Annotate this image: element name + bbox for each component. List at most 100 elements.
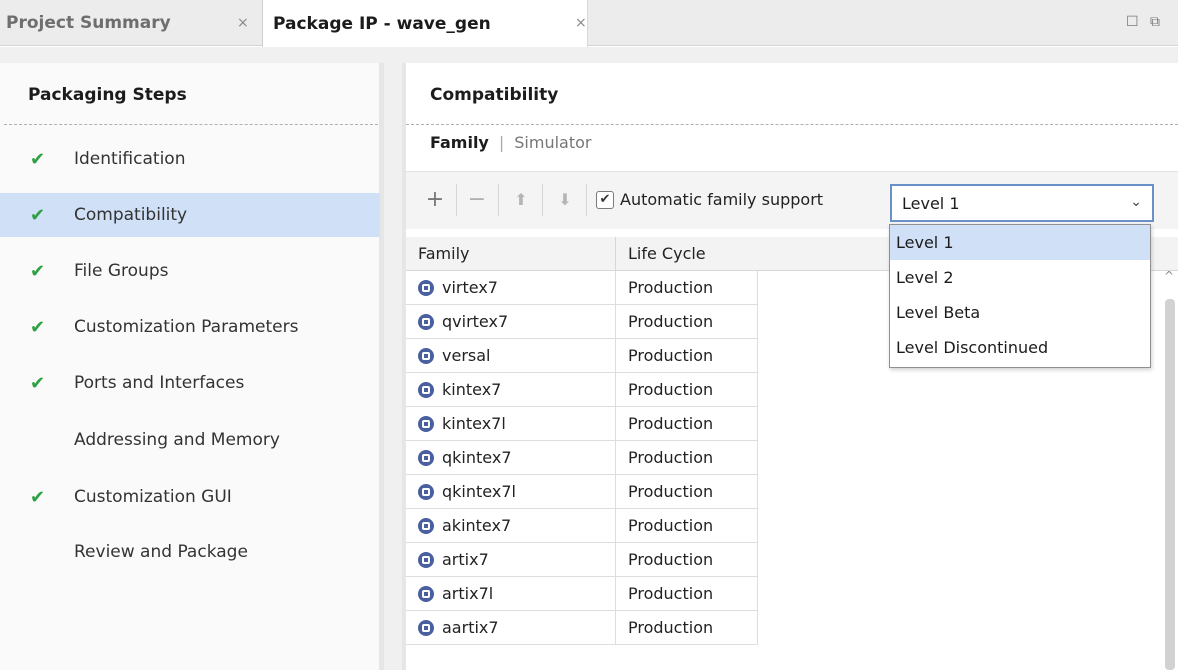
step-ports-and-interfaces[interactable]: ✔ Ports and Interfaces [0,361,380,405]
divider [4,124,378,125]
table-row[interactable]: akintex7 Production [406,509,1178,543]
life-cycle-cell: Production [616,475,758,509]
maximize-icon[interactable]: ☐ [1126,14,1139,30]
check-icon: ✔ [30,372,46,394]
life-cycle-cell: Production [616,339,758,373]
auto-support-checkbox[interactable]: ✔ [596,190,614,209]
check-icon: ✔ [30,486,46,508]
check-icon: ✔ [30,260,46,282]
chip-icon [418,279,434,296]
step-file-groups[interactable]: ✔ File Groups [0,249,380,293]
chevron-down-icon: ⌄ [1130,194,1142,210]
chip-icon [418,483,434,500]
step-addressing-and-memory[interactable]: Addressing and Memory [0,418,380,462]
family-cell: kintex7l [406,407,616,441]
family-cell: artix7 [406,543,616,577]
family-name: qkintex7l [442,482,516,501]
step-label: Review and Package [74,542,248,562]
support-level-select[interactable]: Level 1 ⌄ [890,184,1154,222]
life-cycle-cell: Production [616,611,758,645]
table-row[interactable]: qkintex7l Production [406,475,1178,509]
family-name: virtex7 [442,278,498,297]
step-customization-gui[interactable]: ✔ Customization GUI [0,475,380,519]
move-up-button[interactable]: ⬆ [506,184,536,214]
panel-gap [0,47,1178,63]
table-row[interactable]: artix7 Production [406,543,1178,577]
life-cycle-cell: Production [616,543,758,577]
family-name: artix7 [442,550,489,569]
step-label: Identification [74,149,186,169]
step-review-and-package[interactable]: Review and Package [0,530,380,574]
family-cell: akintex7 [406,509,616,543]
table-scrollbar[interactable]: ^ [1162,269,1178,670]
chip-icon [418,415,434,432]
select-value: Level 1 [902,193,960,213]
scroll-up-icon[interactable]: ^ [1164,269,1174,283]
auto-family-support[interactable]: ✔ Automatic family support [596,190,823,209]
subtab-bar: Family | Simulator [430,133,591,152]
table-row[interactable]: kintex7 Production [406,373,1178,407]
subtab-simulator[interactable]: Simulator [514,133,591,152]
table-row[interactable]: qkintex7 Production [406,441,1178,475]
family-name: akintex7 [442,516,512,535]
divider [406,124,1178,125]
chip-icon [418,313,434,330]
tab-project-summary[interactable]: Project Summary × [0,0,262,46]
check-icon: ✔ [30,316,46,338]
option-level-1[interactable]: Level 1 [890,225,1150,260]
remove-button[interactable]: − [462,184,492,214]
chip-icon [418,449,434,466]
toolbar-separator [586,184,587,216]
step-compatibility[interactable]: ✔ Compatibility [0,193,380,237]
step-label: Addressing and Memory [74,430,280,450]
life-cycle-cell: Production [616,577,758,611]
column-header-family[interactable]: Family [406,237,616,271]
add-button[interactable]: + [420,184,450,214]
auto-support-label: Automatic family support [620,190,824,209]
panel-title: Compatibility [430,85,559,105]
chip-icon [418,347,434,364]
chip-icon [418,585,434,602]
life-cycle-cell: Production [616,509,758,543]
close-icon[interactable]: × [237,15,249,31]
family-cell: artix7l [406,577,616,611]
table-row[interactable]: kintex7l Production [406,407,1178,441]
step-label: Ports and Interfaces [74,373,245,393]
subtab-family[interactable]: Family [430,133,489,152]
toolbar-separator [498,184,499,216]
table-row[interactable]: artix7l Production [406,577,1178,611]
family-name: qvirtex7 [442,312,509,331]
close-icon[interactable]: × [575,15,587,31]
move-down-button[interactable]: ⬇ [550,184,580,214]
tab-package-ip[interactable]: Package IP - wave_gen × [262,0,588,47]
family-cell: versal [406,339,616,373]
table-row[interactable]: aartix7 Production [406,611,1178,645]
family-cell: qvirtex7 [406,305,616,339]
family-name: artix7l [442,584,494,603]
step-customization-parameters[interactable]: ✔ Customization Parameters [0,305,380,349]
tab-label: Package IP - wave_gen [273,13,491,34]
option-level-beta[interactable]: Level Beta [890,295,1150,330]
packaging-steps-panel: Packaging Steps ✔ Identification ✔ Compa… [0,63,384,670]
support-level-dropdown: Level 1 Level 2 Level Beta Level Discont… [889,224,1151,368]
step-identification[interactable]: ✔ Identification [0,137,380,181]
family-cell: qkintex7 [406,441,616,475]
life-cycle-cell: Production [616,305,758,339]
panel-splitter[interactable] [384,47,402,670]
life-cycle-cell: Production [616,271,758,305]
option-level-2[interactable]: Level 2 [890,260,1150,295]
check-icon: ✔ [30,148,46,170]
chip-icon [418,551,434,568]
column-header-label: Life Cycle [628,244,706,263]
subtab-separator: | [498,133,505,152]
step-label: Compatibility [74,205,188,225]
toolbar-separator [456,184,457,216]
chip-icon [418,517,434,534]
scroll-thumb[interactable] [1165,299,1175,670]
family-cell: virtex7 [406,271,616,305]
step-label: Customization GUI [74,487,232,507]
restore-icon[interactable]: ⧉ [1150,14,1160,30]
life-cycle-cell: Production [616,407,758,441]
family-name: kintex7l [442,414,506,433]
option-level-discontinued[interactable]: Level Discontinued [890,330,1150,365]
